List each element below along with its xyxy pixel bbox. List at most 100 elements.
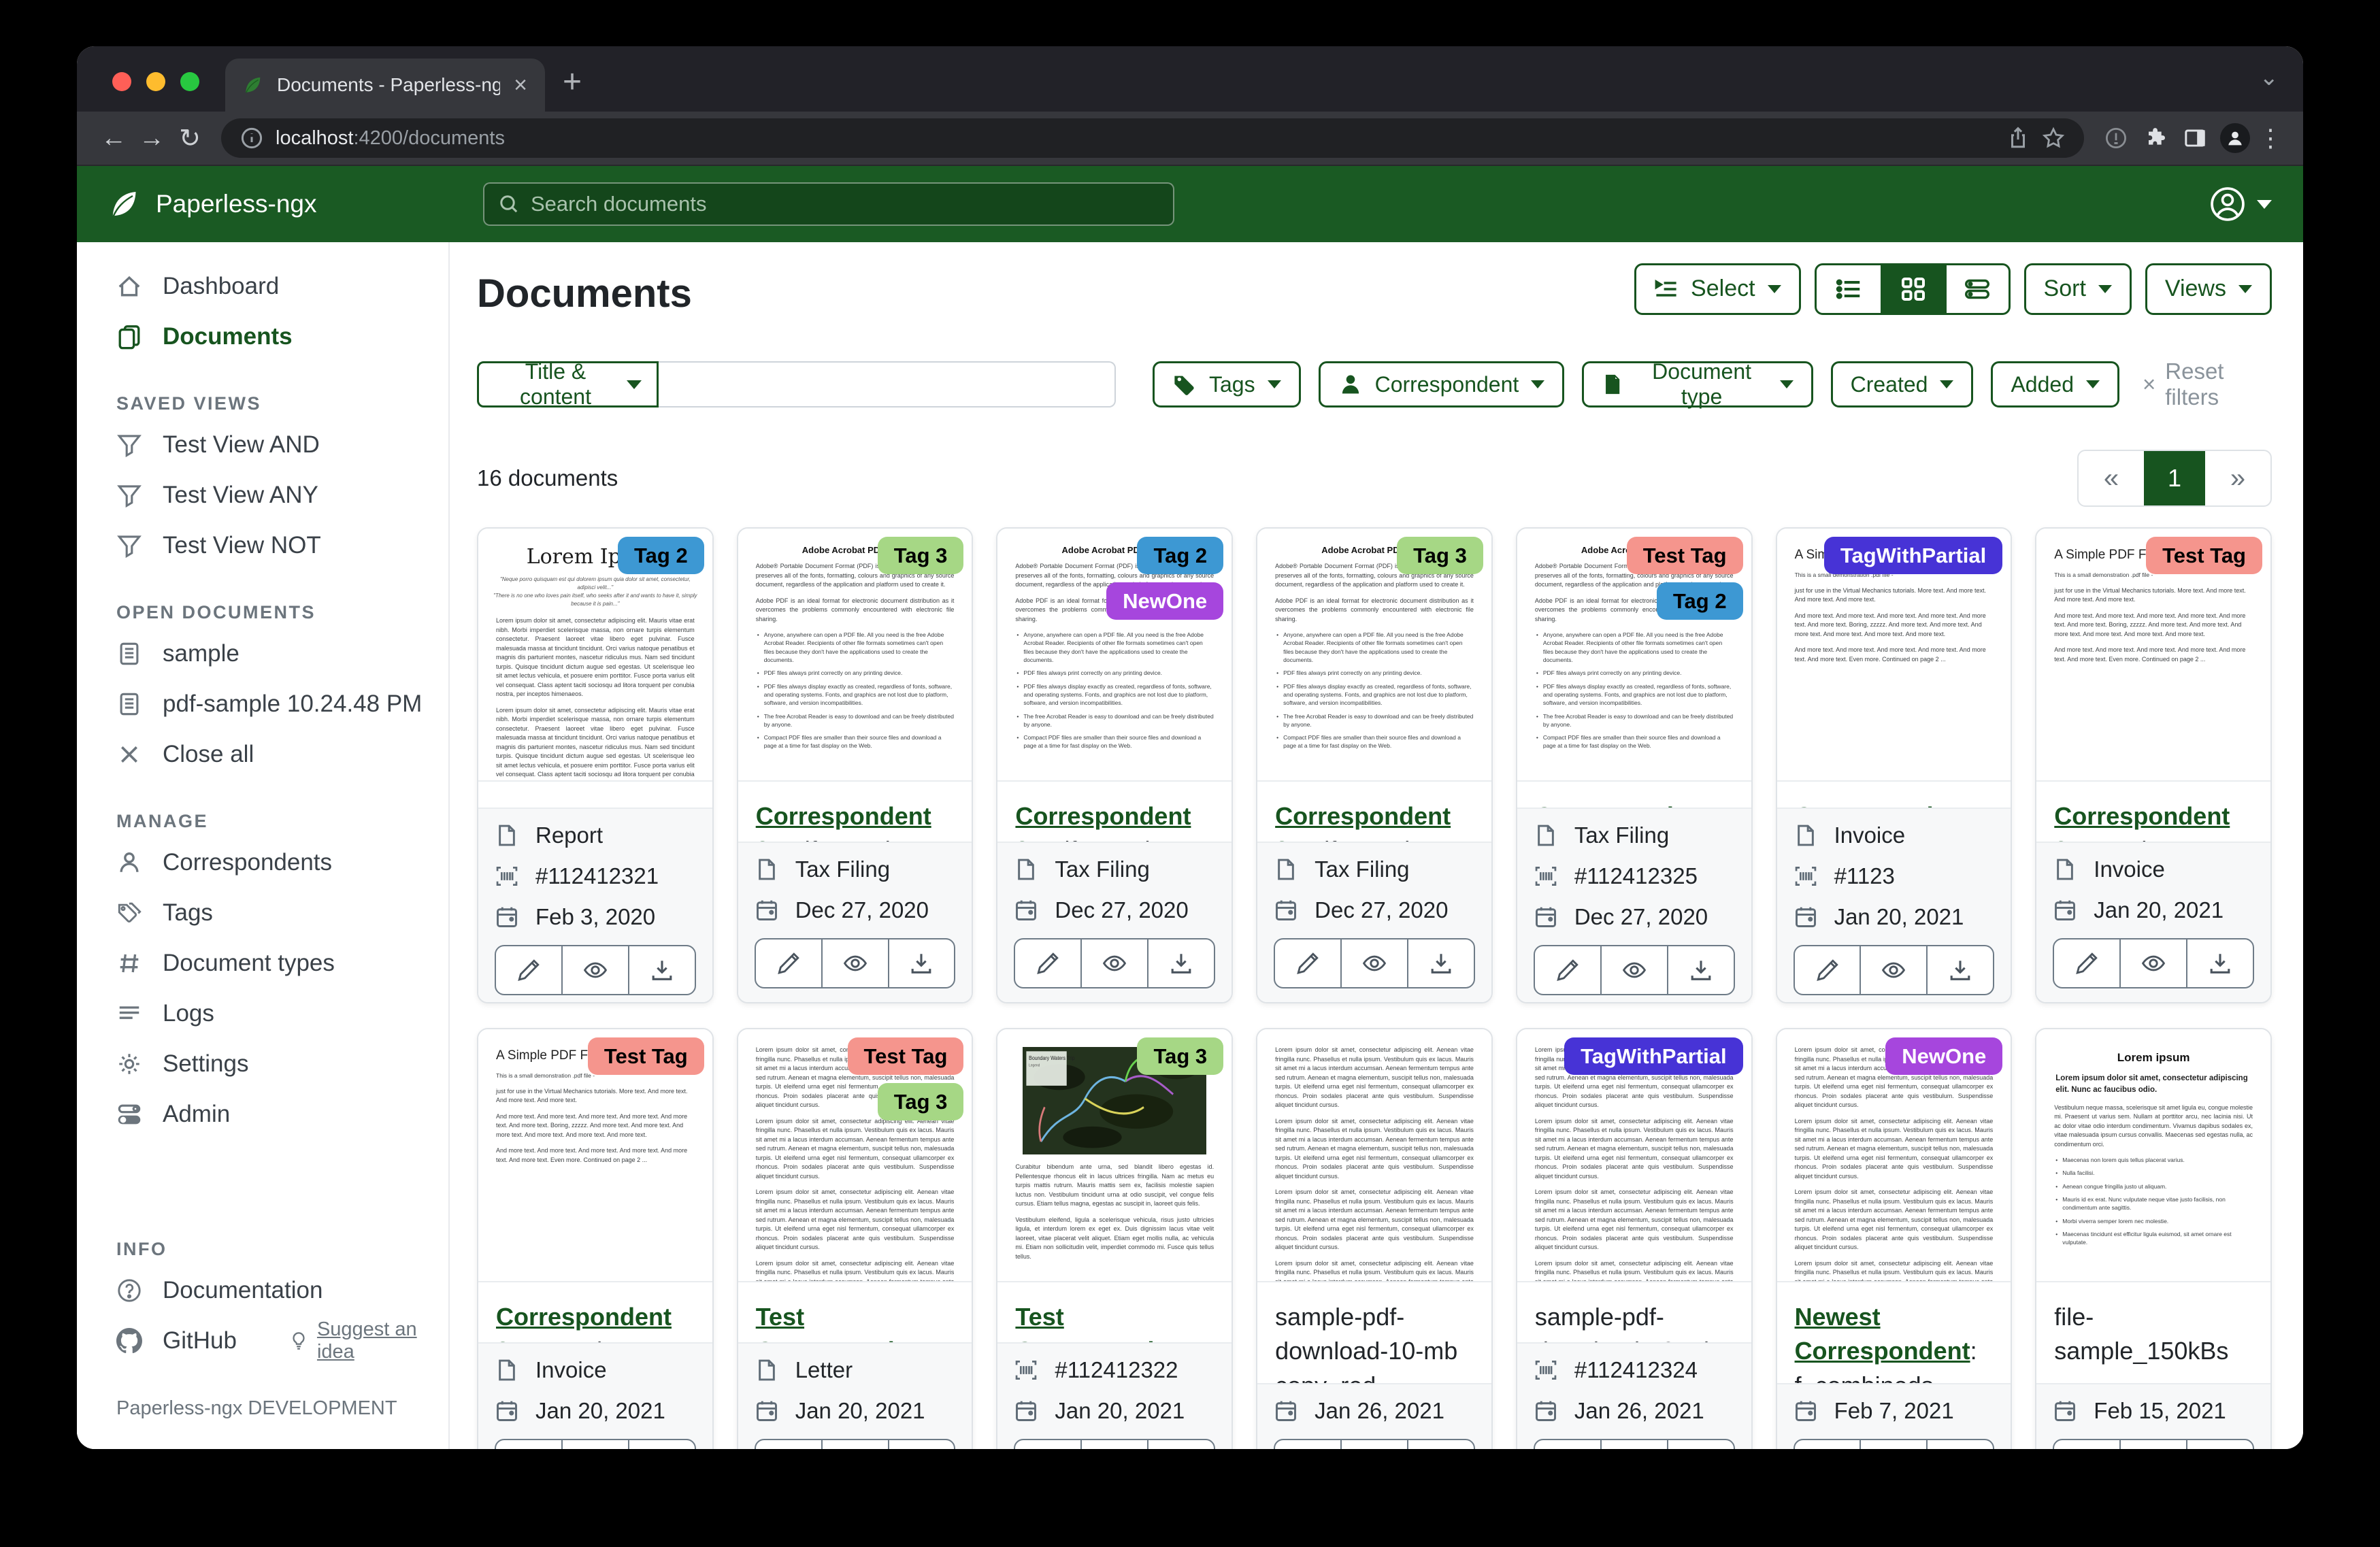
- document-preview[interactable]: A Simple PDF FileThis is a small demonst…: [478, 1029, 712, 1282]
- document-type-link[interactable]: Invoice: [495, 1357, 696, 1383]
- download-button[interactable]: [888, 1440, 955, 1449]
- preview-button[interactable]: [2119, 1440, 2186, 1449]
- preview-button[interactable]: [1080, 1440, 1147, 1449]
- edit-button[interactable]: [756, 1440, 821, 1449]
- document-card[interactable]: Lorem ipsum dolor sit amet, consectetur …: [737, 1028, 974, 1449]
- document-type-link[interactable]: Tax Filing: [1534, 822, 1735, 848]
- document-type-link[interactable]: Letter: [755, 1357, 956, 1383]
- browser-tab[interactable]: Documents - Paperless-ngx ×: [225, 59, 545, 112]
- document-preview[interactable]: A Simple PDF FileThis is a small demonst…: [1777, 529, 2011, 782]
- document-card[interactable]: Lorem Ipsum"Neque porro quisquam est qui…: [477, 527, 714, 1003]
- reload-button[interactable]: ↻: [171, 123, 209, 154]
- edit-button[interactable]: [756, 939, 821, 987]
- document-card[interactable]: Lorem ipsumLorem ipsum dolor sit amet, c…: [2035, 1028, 2272, 1449]
- download-button[interactable]: [1407, 939, 1474, 987]
- sidebar-item-documents[interactable]: Documents: [77, 312, 448, 362]
- preview-button[interactable]: [1600, 1440, 1667, 1449]
- list-view-toggle[interactable]: [1817, 265, 1881, 313]
- document-preview[interactable]: Boundary Waters TripLegendCurabitur bibe…: [997, 1029, 1232, 1282]
- correspondent-link[interactable]: Correspondent 2: [1535, 802, 1710, 808]
- document-card[interactable]: Adobe Acrobat PDF FilesAdobe® Portable D…: [1516, 527, 1753, 1003]
- document-card[interactable]: A Simple PDF FileThis is a small demonst…: [1776, 527, 2013, 1003]
- document-preview[interactable]: Lorem ipsumLorem ipsum dolor sit amet, c…: [2036, 1029, 2270, 1282]
- document-card[interactable]: Lorem ipsum dolor sit amet, consectetur …: [1516, 1028, 1753, 1449]
- back-button[interactable]: ←: [95, 124, 133, 153]
- sidebar-item-correspondents[interactable]: Correspondents: [77, 837, 448, 888]
- preview-button[interactable]: [561, 1440, 628, 1449]
- document-type-filter-button[interactable]: Document type: [1582, 361, 1813, 407]
- extension-badge-icon[interactable]: [2096, 123, 2136, 153]
- download-button[interactable]: [2186, 1440, 2253, 1449]
- edit-button[interactable]: [1795, 1440, 1860, 1449]
- download-button[interactable]: [1926, 946, 1993, 994]
- document-preview[interactable]: Adobe Acrobat PDF FilesAdobe® Portable D…: [738, 529, 972, 782]
- tag-badge[interactable]: Tag 2: [1657, 582, 1743, 620]
- tab-search-chevron-icon[interactable]: ⌄: [2260, 64, 2279, 91]
- tag-badge[interactable]: Test Tag: [588, 1037, 704, 1075]
- user-menu[interactable]: [2209, 186, 2272, 222]
- document-card[interactable]: Lorem ipsum dolor sit amet, consectetur …: [1256, 1028, 1493, 1449]
- page-1-button[interactable]: 1: [2144, 451, 2205, 505]
- share-icon[interactable]: [2006, 127, 2030, 150]
- tag-badge[interactable]: NewOne: [1106, 582, 1223, 620]
- sidebar-item-tags[interactable]: Tags: [77, 888, 448, 938]
- grid-view-toggle[interactable]: [1881, 265, 1945, 313]
- sidebar-item-test-view-any[interactable]: Test View ANY: [77, 470, 448, 520]
- document-preview[interactable]: Lorem ipsum dolor sit amet, consectetur …: [1257, 1029, 1491, 1282]
- download-button[interactable]: [2186, 939, 2253, 987]
- download-button[interactable]: [1147, 939, 1214, 987]
- preview-button[interactable]: [1340, 1440, 1407, 1449]
- document-type-link[interactable]: Tax Filing: [1274, 856, 1475, 882]
- created-filter-button[interactable]: Created: [1831, 361, 1974, 407]
- document-card[interactable]: Adobe Acrobat PDF FilesAdobe® Portable D…: [996, 527, 1233, 1003]
- document-preview[interactable]: Adobe Acrobat PDF FilesAdobe® Portable D…: [1517, 529, 1751, 782]
- sort-button[interactable]: Sort: [2024, 263, 2132, 315]
- sidebar-item-sample[interactable]: sample: [77, 629, 448, 679]
- document-preview[interactable]: Lorem ipsum dolor sit amet, consectetur …: [1777, 1029, 2011, 1282]
- edit-button[interactable]: [1015, 939, 1080, 987]
- tag-badge[interactable]: Tag 2: [1137, 537, 1223, 574]
- edit-button[interactable]: [1535, 946, 1600, 994]
- correspondent-link[interactable]: Test Correspondent: [756, 1303, 931, 1342]
- correspondent-link[interactable]: Test Correspondent: [496, 802, 672, 808]
- document-preview[interactable]: A Simple PDF FileThis is a small demonst…: [2036, 529, 2270, 782]
- correspondent-link[interactable]: Correspondent 2: [1795, 802, 1970, 808]
- correspondent-link[interactable]: Newest Correspondent: [1795, 1303, 1970, 1365]
- download-button[interactable]: [1667, 946, 1734, 994]
- added-filter-button[interactable]: Added: [1991, 361, 2119, 407]
- edit-button[interactable]: [1275, 939, 1340, 987]
- maximize-window-button[interactable]: [180, 72, 199, 91]
- browser-menu-kebab-icon[interactable]: ⋮: [2255, 124, 2285, 152]
- browser-profile-avatar[interactable]: [2220, 123, 2250, 153]
- document-preview[interactable]: Lorem ipsum dolor sit amet, consectetur …: [738, 1029, 972, 1282]
- download-button[interactable]: [628, 1440, 695, 1449]
- tag-badge[interactable]: Tag 3: [878, 537, 964, 574]
- download-button[interactable]: [1667, 1440, 1734, 1449]
- tag-badge[interactable]: Tag 2: [618, 537, 704, 574]
- document-preview[interactable]: Adobe Acrobat PDF FilesAdobe® Portable D…: [1257, 529, 1491, 782]
- document-type-link[interactable]: Tax Filing: [1014, 856, 1215, 882]
- sidebar-item-github[interactable]: GitHubSuggest an idea: [77, 1316, 448, 1366]
- sidebar-item-document-types[interactable]: Document types: [77, 938, 448, 988]
- extensions-puzzle-icon[interactable]: [2136, 123, 2175, 153]
- site-info-icon[interactable]: [240, 127, 263, 150]
- preview-button[interactable]: [821, 939, 888, 987]
- download-button[interactable]: [628, 946, 695, 994]
- document-card[interactable]: Boundary Waters TripLegendCurabitur bibe…: [996, 1028, 1233, 1449]
- document-card[interactable]: Lorem ipsum dolor sit amet, consectetur …: [1776, 1028, 2013, 1449]
- next-page-button[interactable]: »: [2205, 451, 2270, 505]
- sidebar-item-suggest-an-idea[interactable]: Suggest an idea: [288, 1318, 432, 1363]
- edit-button[interactable]: [1015, 1440, 1080, 1449]
- correspondent-filter-button[interactable]: Correspondent: [1319, 361, 1565, 407]
- document-type-link[interactable]: Report: [495, 822, 696, 848]
- preview-button[interactable]: [561, 946, 628, 994]
- document-card[interactable]: Adobe Acrobat PDF FilesAdobe® Portable D…: [737, 527, 974, 1003]
- edit-button[interactable]: [1795, 946, 1860, 994]
- reset-filters-button[interactable]: ×Reset filters: [2143, 359, 2272, 410]
- url-bar[interactable]: localhost:4200/documents: [221, 118, 2084, 158]
- preview-button[interactable]: [821, 1440, 888, 1449]
- edit-button[interactable]: [496, 1440, 561, 1449]
- app-logo[interactable]: Paperless-ngx: [108, 188, 317, 220]
- document-preview[interactable]: Lorem Ipsum"Neque porro quisquam est qui…: [478, 529, 712, 782]
- global-search[interactable]: [483, 182, 1174, 226]
